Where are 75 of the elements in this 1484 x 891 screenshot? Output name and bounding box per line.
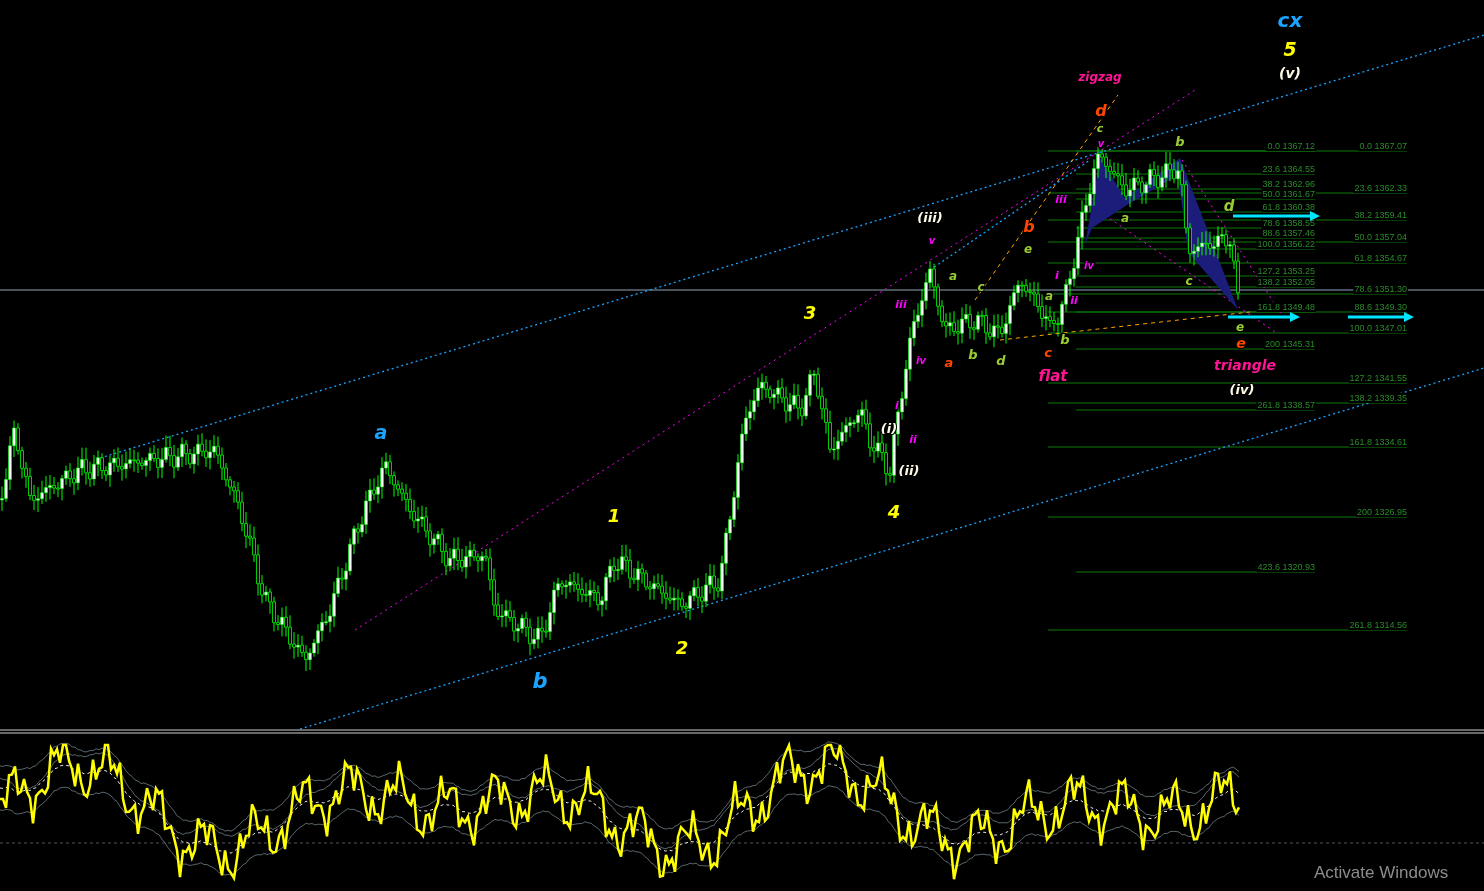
wave-label: a [374, 420, 388, 443]
fibonacci-level-label: 100.0 1347.01 [1349, 323, 1407, 333]
wave-label: iii [1055, 192, 1067, 206]
wave-label: i [1055, 268, 1059, 282]
fibonacci-level-label: 0.0 1367.07 [1359, 141, 1407, 151]
wave-label: flat [1038, 367, 1068, 386]
wave-label: v [928, 234, 936, 246]
wave-label: (iv) [1229, 381, 1255, 397]
wave-label: ii [1070, 293, 1078, 307]
wave-label: e [1023, 242, 1033, 257]
fibonacci-level-label: 78.6 1351.30 [1354, 284, 1407, 294]
fibonacci-level-label: 161.8 1334.61 [1349, 437, 1407, 447]
fibonacci-level-label: 200 1345.31 [1264, 339, 1315, 349]
wave-label: 5 [1283, 37, 1297, 60]
right-arrow-icon [1228, 312, 1300, 322]
wave-label: b [1175, 133, 1185, 149]
wave-label: c [1044, 344, 1052, 360]
wave-label: a [1044, 289, 1054, 304]
wave-label: d [1095, 100, 1107, 120]
wave-label: a [948, 269, 958, 284]
fibonacci-level-label: 423.6 1320.93 [1257, 562, 1315, 572]
wave-label: (ii) [898, 462, 920, 478]
wave-label: 3 [803, 302, 817, 324]
activation-notice: Activate Windows [1314, 863, 1449, 882]
fibonacci-level-label: 78.6 1358.55 [1262, 218, 1315, 228]
fibonacci-level-label: 161.8 1349.48 [1257, 302, 1315, 312]
wave-label: 4 [887, 501, 901, 523]
wave-label: b [1060, 331, 1070, 347]
fibonacci-level-label: 200 1326.95 [1356, 507, 1407, 517]
wave-label: zigzag [1078, 70, 1122, 85]
wave-label: ii [909, 432, 917, 446]
fibonacci-level-label: 61.8 1360.38 [1262, 202, 1315, 212]
fibonacci-level-label: 23.6 1362.33 [1354, 183, 1407, 193]
fibonacci-level-label: 261.8 1338.57 [1257, 400, 1315, 410]
wave-label: a [944, 354, 954, 370]
wave-label: (i) [880, 420, 898, 436]
fibonacci-level-label: 50.0 1357.04 [1354, 232, 1407, 242]
fibonacci-level-label: 127.2 1353.25 [1257, 266, 1315, 276]
fibonacci-level-label: 50.0 1361.67 [1262, 189, 1315, 199]
fibonacci-level-label: 38.2 1359.41 [1354, 210, 1407, 220]
wave-label: d [996, 352, 1006, 368]
wave-label: c [1185, 274, 1193, 289]
wave-label: b [532, 668, 548, 693]
fibonacci-level-label: 0.0 1367.12 [1267, 141, 1315, 151]
fibonacci-level-label: 38.2 1362.96 [1262, 179, 1315, 189]
right-arrow-icon [1233, 211, 1320, 221]
wave-label: 2 [675, 637, 689, 659]
wave-label: a [1120, 211, 1130, 226]
wave-label: (iii) [917, 209, 943, 225]
wave-label: v [1097, 137, 1105, 149]
wave-label: iii [895, 297, 907, 311]
wave-label: e [1236, 335, 1246, 352]
wave-label: b [1023, 216, 1035, 236]
wave-label: triangle [1213, 357, 1277, 374]
fibonacci-level-label: 100.0 1356.22 [1257, 239, 1315, 249]
wave-label: iv [1084, 259, 1094, 271]
wave-label: (v) [1279, 65, 1301, 82]
wave-label: i [895, 398, 899, 412]
wave-label: e [1235, 320, 1245, 335]
fibonacci-level-label: 88.6 1357.46 [1262, 228, 1315, 238]
fibonacci-level-label: 138.2 1339.35 [1349, 393, 1407, 403]
fibonacci-level-label: 61.8 1354.67 [1354, 253, 1407, 263]
wave-label: c [1096, 121, 1104, 135]
wave-label: c [977, 280, 985, 295]
wave-label: d [1223, 197, 1235, 216]
fibonacci-level-label: 138.2 1352.05 [1257, 277, 1315, 287]
fibonacci-level-label: 127.2 1341.55 [1349, 373, 1407, 383]
wave-label: 1 [607, 505, 621, 527]
wave-label: iv [916, 354, 926, 366]
right-arrow-icon [1348, 312, 1414, 322]
fibonacci-level-label: 23.6 1364.55 [1262, 164, 1315, 174]
wave-label: b [968, 346, 978, 362]
fibonacci-level-label: 88.6 1349.30 [1354, 302, 1407, 312]
fibonacci-level-label: 261.8 1314.56 [1349, 620, 1407, 630]
wave-label: cx [1277, 8, 1303, 33]
